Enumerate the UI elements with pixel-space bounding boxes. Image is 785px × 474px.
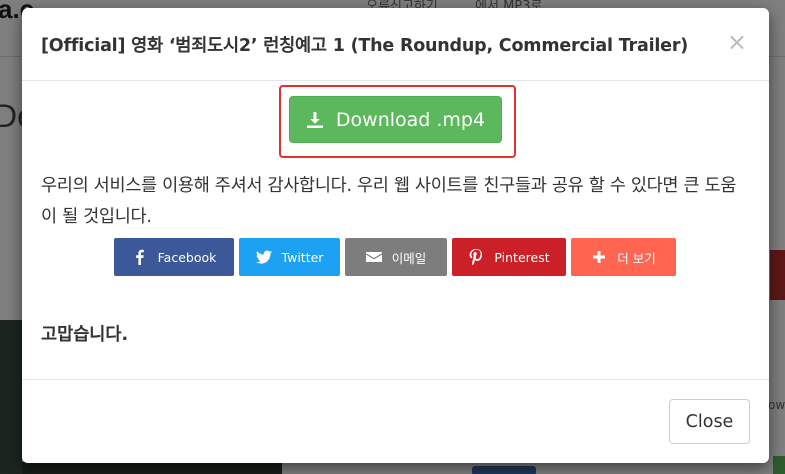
share-more-button[interactable]: 더 보기: [571, 238, 676, 276]
modal-body: Download .mp4 우리의 서비스를 이용해 주셔서 감사합니다. 우리…: [22, 81, 769, 379]
modal-title: [Official] 영화 ‘범죄도시2’ 런칭예고 1 (The Roundu…: [41, 35, 689, 56]
download-label: Download .mp4: [335, 108, 486, 131]
share-pinterest-button[interactable]: Pinterest: [452, 238, 566, 276]
download-icon: [306, 111, 323, 128]
share-twitter-label: Twitter: [281, 249, 324, 265]
share-email-label: 이메일: [391, 250, 427, 266]
thanks-message: 우리의 서비스를 이용해 주셔서 감사합니다. 우리 웹 사이트를 친구들과 공…: [41, 176, 737, 227]
share-more-label: 더 보기: [617, 250, 656, 266]
share-email-button[interactable]: 이메일: [345, 238, 447, 276]
modal-header: [Official] 영화 ‘범죄도시2’ 런칭예고 1 (The Roundu…: [22, 8, 769, 81]
download-modal: [Official] 영화 ‘범죄도시2’ 런칭예고 1 (The Roundu…: [22, 8, 769, 463]
share-twitter-button[interactable]: Twitter: [239, 238, 340, 276]
download-highlight-box: Download .mp4: [279, 85, 516, 158]
envelope-icon: [365, 252, 382, 262]
closing-message: 고맙습니다.: [41, 325, 129, 345]
share-facebook-label: Facebook: [157, 249, 217, 265]
facebook-icon: [135, 249, 144, 265]
twitter-icon: [255, 250, 272, 264]
close-icon[interactable]: ×: [727, 30, 747, 54]
share-pinterest-label: Pinterest: [494, 249, 550, 265]
close-button[interactable]: Close: [669, 399, 750, 444]
modal-footer: Close: [22, 379, 769, 463]
plus-icon: [593, 251, 606, 263]
share-buttons: Facebook Twitter 이메일 Pinterest 더 보기: [114, 238, 676, 276]
pinterest-icon: [469, 249, 483, 265]
share-facebook-button[interactable]: Facebook: [114, 238, 234, 276]
download-mp4-button[interactable]: Download .mp4: [289, 96, 502, 143]
